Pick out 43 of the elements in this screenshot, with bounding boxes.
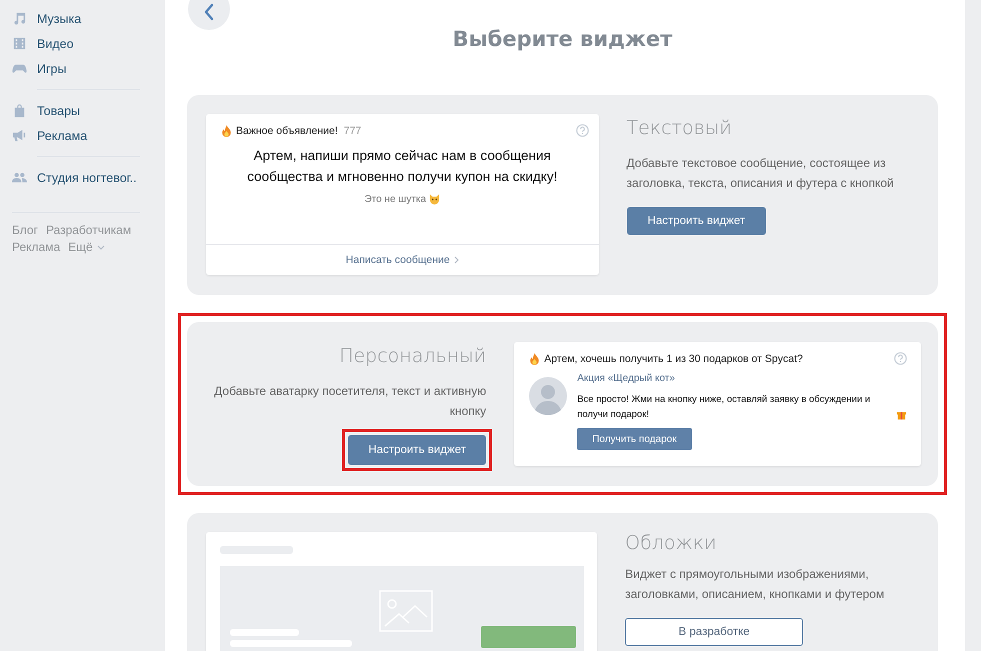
sidebar-item[interactable]: Товары [0,98,165,123]
preview-counter: 777 [344,124,362,136]
flame-icon [221,124,232,136]
configure-button[interactable]: Настроить виджет [348,435,486,465]
cat-face-icon [429,193,440,205]
help-icon[interactable] [894,352,907,365]
page-title: Выберите виджет [452,27,672,51]
preview-label: Важное объявление! [236,124,338,136]
caret-icon [96,244,105,250]
footer-link[interactable]: Разработчикам [46,223,132,237]
shopping-bag-icon [12,103,27,118]
configure-button[interactable]: Настроить виджет [626,207,766,235]
preview-headline: Артем, напиши прямо сейчас нам в сообщения сообщества и мгновенно получи купон на скидку! [246,147,558,186]
chevron-left-icon [203,2,215,22]
widget-description: Добавьте аватарку посетителя, текст и активную кнопку [213,383,486,420]
footer-link[interactable]: Блог [12,223,38,237]
sidebar-item[interactable]: Игры [0,56,165,81]
film-icon [12,36,27,51]
widget-title: Обложки [625,532,718,554]
promo-name-link[interactable]: Акция «Щедрый кот» [577,373,675,384]
preview-message: Все просто! Жми на кнопку ниже, оставляй заявку в обсуждении и получи подарок! [577,393,872,422]
write-message-link[interactable]: Написать сообщение [346,254,459,266]
help-icon[interactable] [576,124,589,137]
sidebar-item[interactable]: Студия ногтевог.. [0,165,165,190]
widget-description: Виджет с прямоугольными изображениями, заголовками, описанием, кнопками и футером [625,566,886,603]
chevron-right-icon [454,256,459,264]
footer-link[interactable]: Ещё [68,240,105,254]
flame-icon [529,352,540,364]
footer-link[interactable]: Реклама [12,240,60,254]
get-gift-button[interactable]: Получить подарок [577,428,692,450]
sidebar-item[interactable]: Видео [0,31,165,56]
people-icon [12,170,27,185]
widget-title: Текстовый [626,117,733,139]
sidebar-item[interactable]: Музыка [0,6,165,31]
music-note-icon [12,11,27,26]
preview-subtext: Это не шутка [364,194,426,204]
preview-heading: Артем, хочешь получить 1 из 30 подарков от Spycat? [544,352,803,364]
avatar-silhouette [529,377,568,415]
megaphone-icon [12,128,27,143]
widget-title: Персональный [338,345,486,367]
widget-description: Добавьте текстовое сообщение, состоящее из заголовка, текста, описания и футера с кнопкой [626,155,895,192]
back-button[interactable] [188,0,230,30]
sidebar-item[interactable]: Реклама [0,123,165,148]
